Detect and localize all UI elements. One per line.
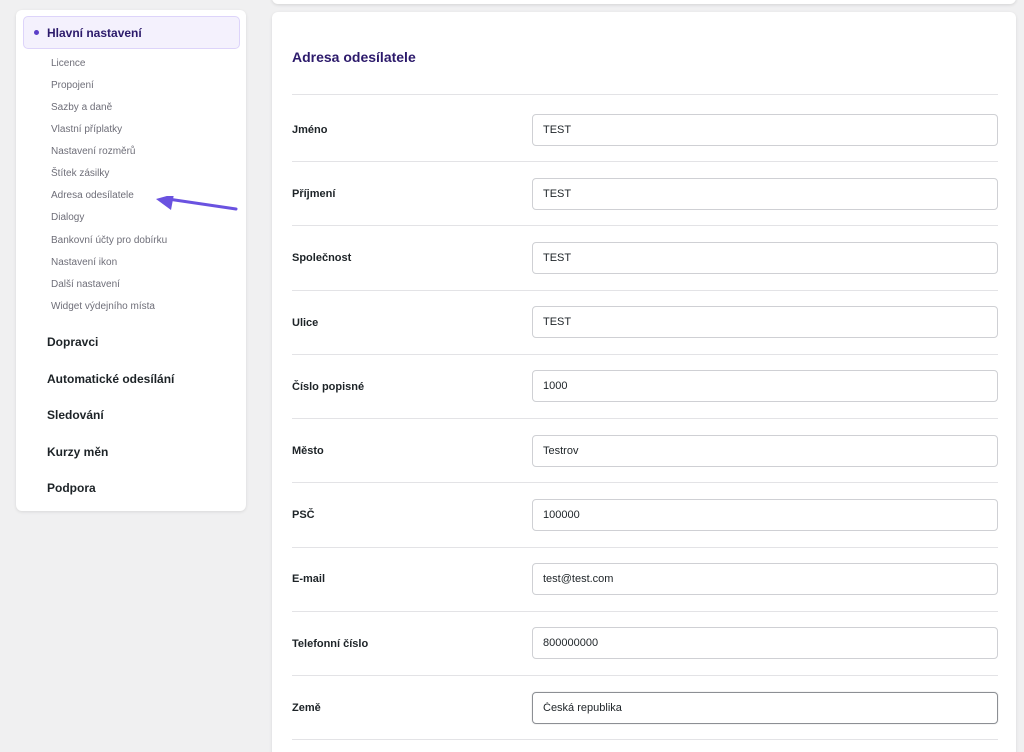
label-jmeno: Jméno	[292, 124, 328, 136]
sidebar-subitem-bankovni-ucty[interactable]: Bankovní účty pro dobírku	[51, 235, 167, 246]
divider	[292, 739, 998, 740]
arrow-left-icon	[156, 196, 238, 211]
first-name-field[interactable]	[532, 114, 998, 146]
company-field[interactable]	[532, 242, 998, 274]
postal-code-field[interactable]	[532, 499, 998, 531]
divider	[292, 418, 998, 419]
country-select[interactable]	[532, 692, 998, 724]
sender-address-card: Adresa odesílatele Jméno Příjmení Společ…	[272, 12, 1016, 752]
sidebar-subitem-widget-vydejniho-mista[interactable]: Widget výdejního místa	[51, 301, 155, 312]
sidebar-item-label: Hlavní nastavení	[47, 26, 142, 40]
page-title: Adresa odesílatele	[292, 49, 416, 65]
sidebar-subitem-sazby-a-dane[interactable]: Sazby a daně	[51, 102, 112, 113]
sidebar-subitem-dialogy[interactable]: Dialogy	[51, 212, 84, 223]
label-cislo-popisne: Číslo popisné	[292, 381, 365, 393]
last-name-field[interactable]	[532, 178, 998, 210]
divider	[292, 225, 998, 226]
sidebar-subitem-nastaveni-ikon[interactable]: Nastavení ikon	[51, 257, 117, 268]
label-telefonni-cislo: Telefonní číslo	[292, 638, 369, 650]
label-spolecnost: Společnost	[292, 252, 352, 264]
sidebar-subitem-licence[interactable]: Licence	[51, 58, 85, 69]
divider	[292, 482, 998, 483]
sidebar-subitem-propojeni[interactable]: Propojení	[51, 80, 94, 91]
sidebar-subitem-vlastni-priplatky[interactable]: Vlastní příplatky	[51, 124, 122, 135]
divider	[292, 547, 998, 548]
divider	[292, 290, 998, 291]
sidebar-subitem-stitek-zasilky[interactable]: Štítek zásilky	[51, 168, 109, 179]
house-number-field[interactable]	[532, 370, 998, 402]
divider	[292, 611, 998, 612]
sidebar-item-kurzy-men[interactable]: Kurzy měn	[47, 445, 108, 459]
street-field[interactable]	[532, 306, 998, 338]
city-field[interactable]	[532, 435, 998, 467]
label-ulice: Ulice	[292, 317, 319, 329]
email-field[interactable]	[532, 563, 998, 595]
sidebar-item-sledovani[interactable]: Sledování	[47, 408, 104, 422]
divider	[292, 354, 998, 355]
label-email: E-mail	[292, 573, 326, 585]
label-psc: PSČ	[292, 509, 315, 521]
sidebar-item-hlavni-nastaveni[interactable]: Hlavní nastavení	[23, 16, 240, 49]
sidebar-item-podpora[interactable]: Podpora	[47, 481, 96, 495]
sidebar-subitem-adresa-odesilatele[interactable]: Adresa odesílatele	[51, 190, 134, 201]
divider	[292, 675, 998, 676]
settings-sidebar: Hlavní nastavení Licence Propojení Sazby…	[16, 10, 246, 511]
label-zeme: Země	[292, 702, 321, 714]
label-mesto: Město	[292, 445, 324, 457]
previous-card-edge	[272, 0, 1016, 4]
sidebar-item-automaticke-odesilani[interactable]: Automatické odesílání	[47, 372, 174, 386]
label-prijmeni: Příjmení	[292, 188, 336, 200]
divider	[292, 161, 998, 162]
divider	[292, 94, 998, 95]
sidebar-item-dopravci[interactable]: Dopravci	[47, 335, 98, 349]
bullet-dot-icon	[34, 30, 39, 35]
phone-field[interactable]	[532, 627, 998, 659]
sidebar-subitem-dalsi-nastaveni[interactable]: Další nastavení	[51, 279, 120, 290]
sidebar-subitem-nastaveni-rozmeru[interactable]: Nastavení rozměrů	[51, 146, 135, 157]
